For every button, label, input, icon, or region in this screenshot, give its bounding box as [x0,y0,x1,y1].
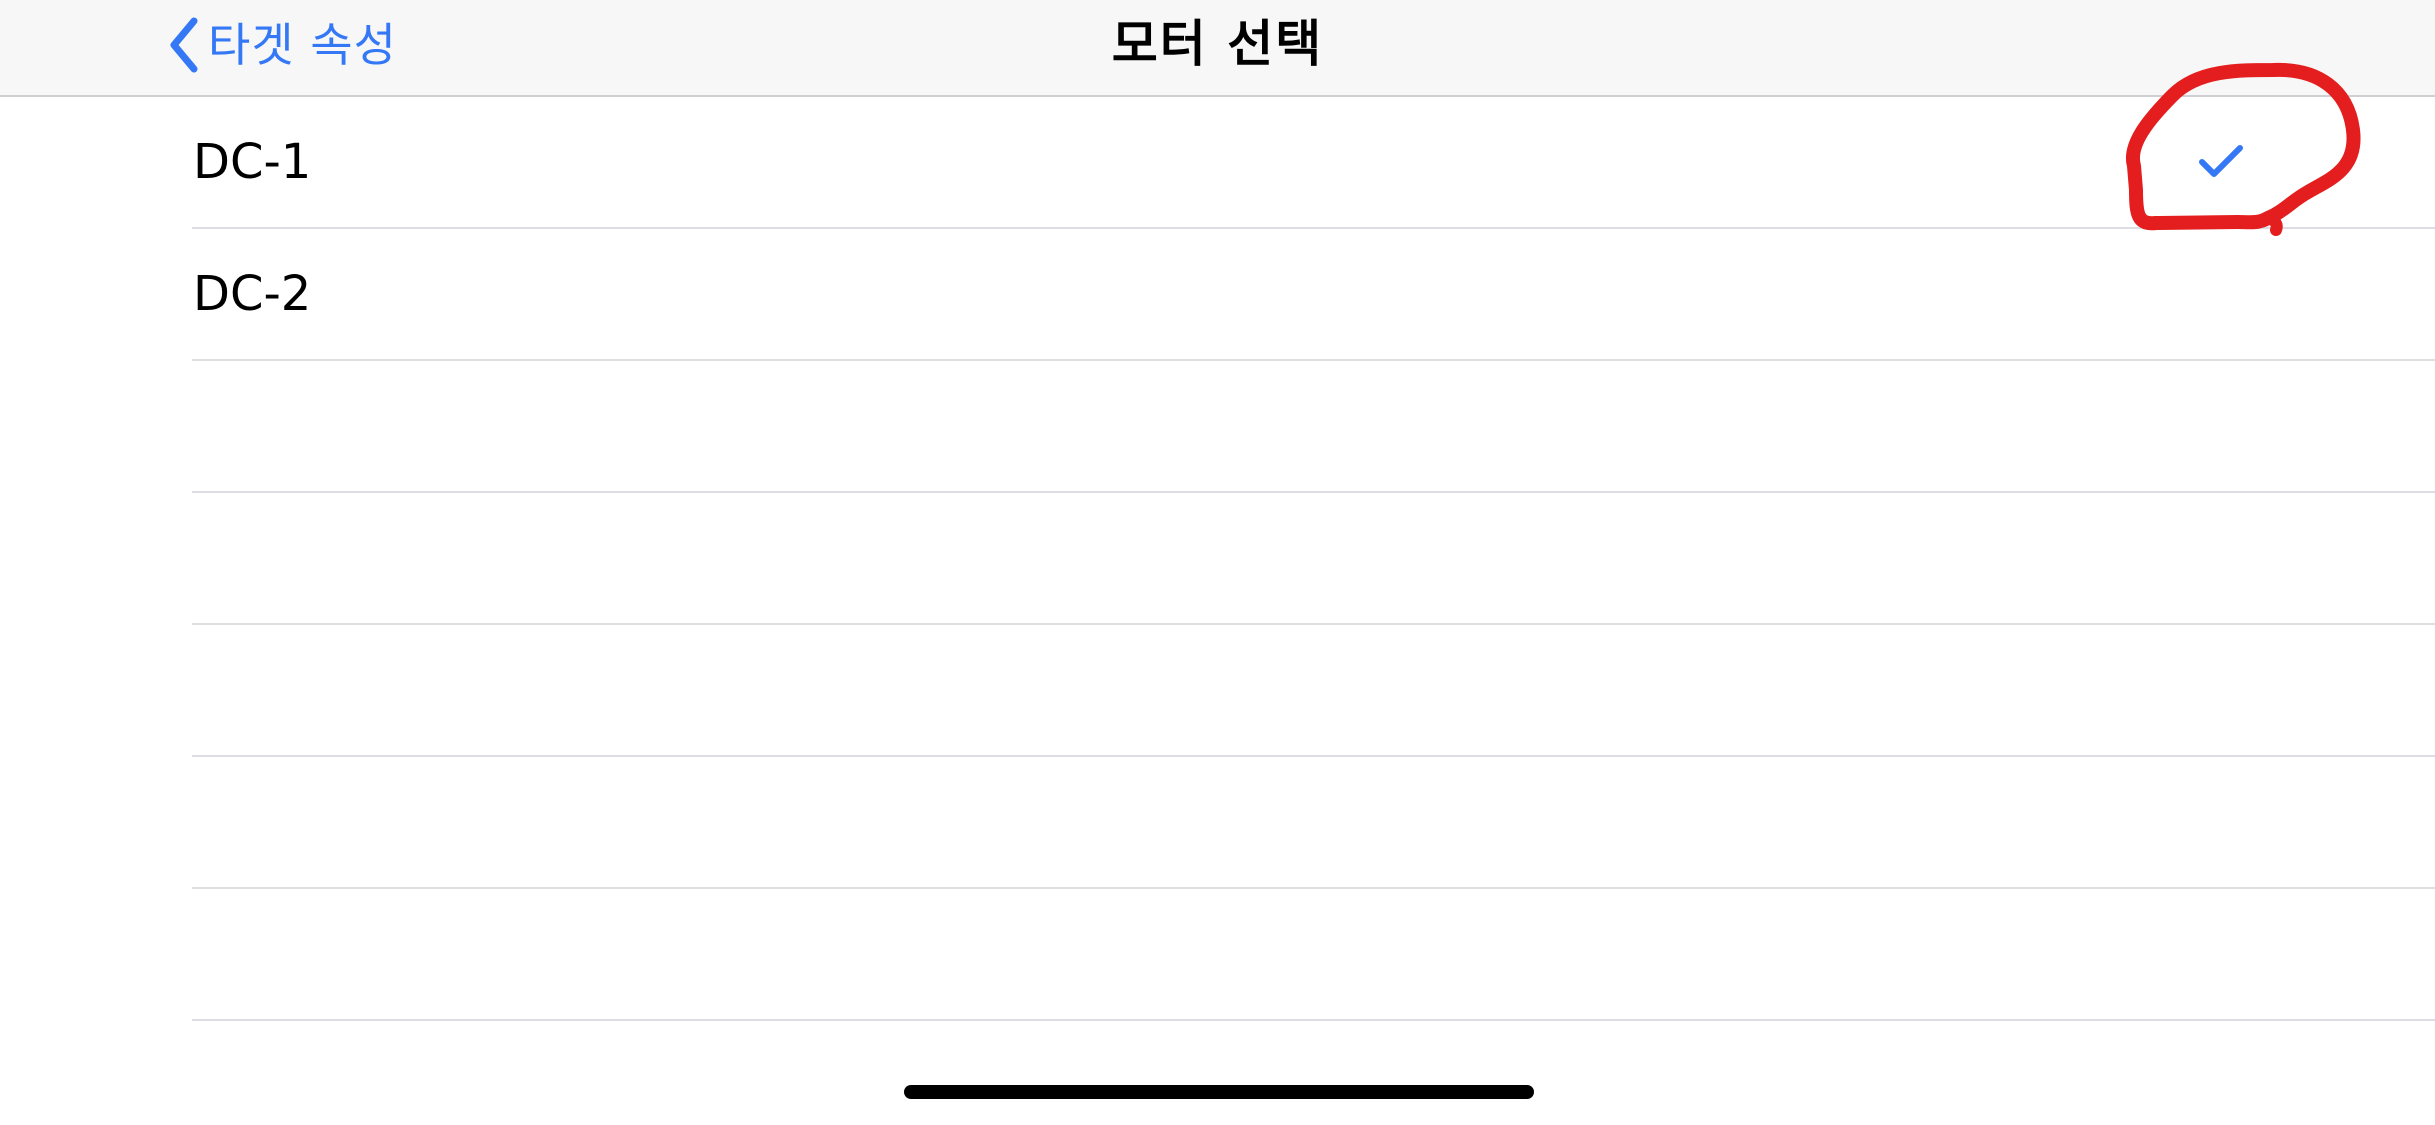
list-item-dc-2[interactable]: DC-2 [0,229,2435,361]
empty-row [0,625,2435,757]
empty-row [0,889,2435,1021]
list-item-label: DC-2 [193,266,312,322]
empty-row [0,361,2435,493]
motor-list: DC-1 DC-2 [0,97,2435,1021]
home-indicator[interactable] [904,1085,1534,1099]
screen: 타겟 속성 모터 선택 DC-1 DC-2 [0,0,2435,1125]
checkmark-icon [2198,142,2244,182]
list-item-label: DC-1 [193,134,312,190]
row-separator [192,1019,2435,1021]
page-title: 모터 선택 [1111,15,1324,73]
list-item-dc-1[interactable]: DC-1 [0,97,2435,229]
empty-row [0,493,2435,625]
empty-row [0,757,2435,889]
navigation-bar: 타겟 속성 모터 선택 [0,0,2435,97]
